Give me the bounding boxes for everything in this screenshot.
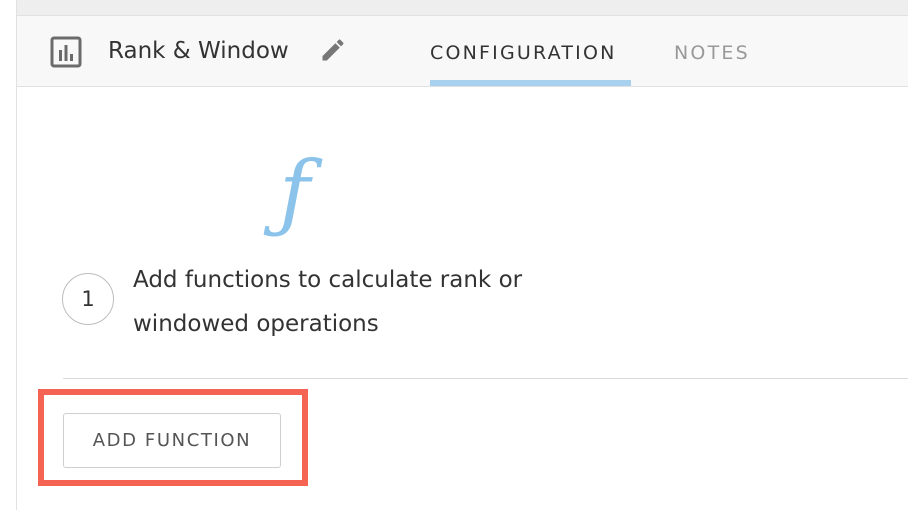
step-instruction-text: Add functions to calculate rank or windo… xyxy=(133,267,523,337)
pencil-icon[interactable] xyxy=(319,36,347,64)
active-tab-indicator xyxy=(430,80,631,86)
function-icon: ƒ xyxy=(279,143,311,241)
tab-notes[interactable]: NOTES xyxy=(674,42,750,64)
add-function-button[interactable]: ADD FUNCTION xyxy=(63,413,281,468)
step-number-badge: 1 xyxy=(62,273,114,325)
top-strip xyxy=(17,0,908,16)
recipe-header: Rank & Window CONFIGURATION NOTES xyxy=(17,16,908,87)
tab-configuration[interactable]: CONFIGURATION xyxy=(430,42,617,64)
bar-chart-icon xyxy=(50,36,82,68)
section-divider xyxy=(63,378,908,379)
recipe-name: Rank & Window xyxy=(108,38,289,64)
